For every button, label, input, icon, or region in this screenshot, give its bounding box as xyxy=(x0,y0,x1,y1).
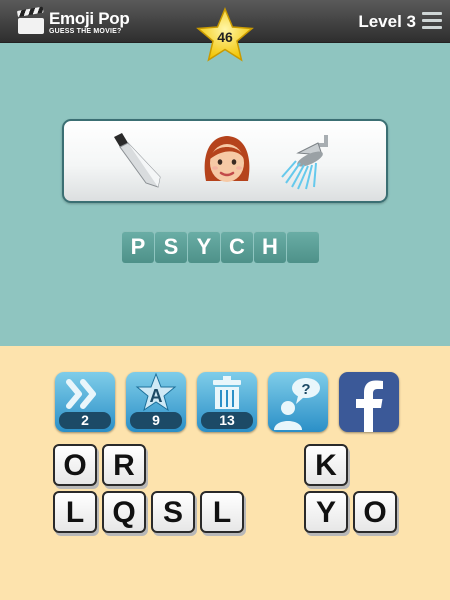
ask-friend-button[interactable]: ? xyxy=(268,372,328,432)
letter-tile[interactable]: K xyxy=(304,444,348,486)
woman-emoji xyxy=(204,136,250,182)
remove-letters-button[interactable]: 13 xyxy=(197,372,257,432)
level-label: Level 3 xyxy=(358,12,416,31)
star-counter: 46 xyxy=(196,7,254,65)
emoji-clue-box xyxy=(62,119,388,203)
answer-slot[interactable]: H xyxy=(254,231,286,263)
letter-tile[interactable]: O xyxy=(53,444,97,486)
app-logo: Emoji Pop GUESS THE MOVIE? xyxy=(16,6,130,38)
remove-letters-count: 13 xyxy=(201,412,253,429)
answer-slot[interactable]: S xyxy=(155,231,187,263)
shower-emoji xyxy=(281,135,328,190)
letter-tile[interactable]: R xyxy=(102,444,146,486)
letter-tile[interactable]: O xyxy=(353,491,397,533)
letter-tile[interactable]: Q xyxy=(102,491,146,533)
skip-button[interactable]: 2 xyxy=(55,372,115,432)
answer-slot[interactable]: C xyxy=(221,231,253,263)
reveal-letter-count: 9 xyxy=(130,412,182,429)
svg-text:A: A xyxy=(150,386,163,406)
answer-slot[interactable]: Y xyxy=(188,231,220,263)
reveal-letter-button[interactable]: A 9 xyxy=(126,372,186,432)
menu-icon[interactable] xyxy=(422,12,442,29)
ask-friend-icon: ? xyxy=(274,378,320,430)
answer-slot-empty[interactable] xyxy=(287,231,319,263)
star-count: 46 xyxy=(217,29,233,45)
svg-text:?: ? xyxy=(301,381,310,398)
skip-count: 2 xyxy=(59,412,111,429)
letter-bank: O R K L Q S L Y O xyxy=(0,442,450,592)
answer-slots: P S Y C H xyxy=(122,231,319,263)
facebook-icon xyxy=(356,380,383,432)
puzzle-area: P S Y C H xyxy=(0,43,450,346)
answer-slot[interactable]: P xyxy=(122,231,154,263)
app-subtitle: GUESS THE MOVIE? xyxy=(49,27,122,35)
facebook-button[interactable] xyxy=(339,372,399,432)
app-title: Emoji Pop xyxy=(49,8,130,28)
letter-tile[interactable]: Y xyxy=(304,491,348,533)
powerup-bar: 2 A 9 13 ? xyxy=(55,372,399,432)
letter-tile[interactable]: S xyxy=(151,491,195,533)
knife-emoji xyxy=(114,133,161,188)
clapperboard-icon xyxy=(16,6,44,34)
letter-tile[interactable]: L xyxy=(53,491,97,533)
letter-tile[interactable]: L xyxy=(200,491,244,533)
